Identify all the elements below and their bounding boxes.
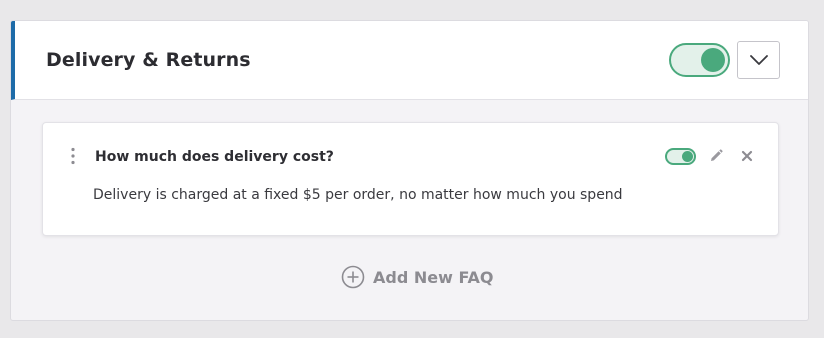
toggle-knob	[682, 151, 693, 162]
section-header: Delivery & Returns	[11, 21, 808, 100]
close-icon[interactable]	[740, 149, 754, 163]
drag-handle-icon[interactable]	[70, 147, 76, 165]
section-enable-toggle[interactable]	[669, 43, 730, 77]
collapse-button[interactable]	[737, 41, 780, 79]
faq-section-panel: Delivery & Returns How much does deliver…	[10, 20, 809, 321]
pencil-icon[interactable]	[708, 148, 724, 164]
add-new-faq-label: Add New FAQ	[373, 267, 494, 287]
faq-item: How much does delivery cost? Delivery is…	[42, 122, 779, 236]
section-title: Delivery & Returns	[46, 49, 251, 71]
add-new-faq-button[interactable]: Add New FAQ	[341, 265, 494, 289]
faq-enable-toggle[interactable]	[665, 148, 696, 165]
faq-question: How much does delivery cost?	[95, 149, 334, 165]
faq-answer: Delivery is charged at a fixed $5 per or…	[93, 187, 623, 203]
chevron-down-icon	[750, 55, 768, 65]
plus-circle-icon	[341, 265, 365, 289]
toggle-knob	[701, 48, 725, 72]
